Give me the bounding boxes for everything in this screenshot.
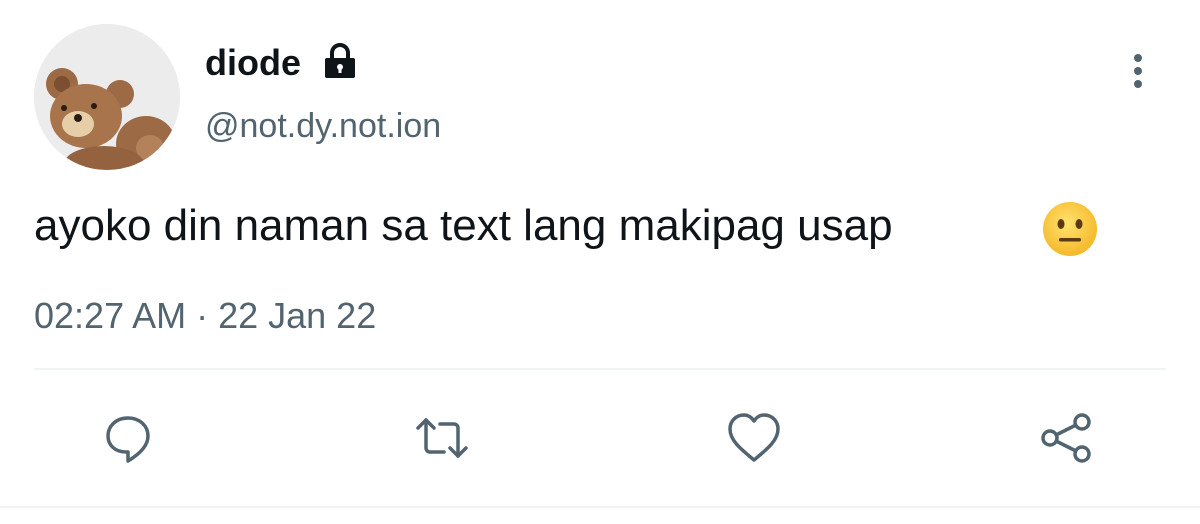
tweet-text: ayoko din naman sa text lang makipag usa…: [34, 201, 893, 250]
neutral-face-emoji-icon: [1042, 201, 1098, 257]
retweet-button[interactable]: [412, 408, 472, 468]
retweet-icon: [416, 418, 468, 458]
heart-icon: [728, 413, 780, 462]
reply-button[interactable]: [98, 408, 158, 468]
handle[interactable]: @not.dy.not.ion: [205, 105, 441, 147]
avatar[interactable]: [34, 24, 180, 170]
display-name[interactable]: diode: [205, 41, 301, 85]
share-icon: [1041, 413, 1091, 463]
share-button[interactable]: [1036, 408, 1096, 468]
teddy-bear-image: [34, 24, 180, 170]
more-options-icon[interactable]: [1122, 50, 1154, 92]
like-button[interactable]: [724, 408, 784, 468]
tweet-timestamp[interactable]: 02:27 AM · 22 Jan 22: [34, 294, 376, 338]
divider: [34, 368, 1166, 370]
lock-icon: [319, 40, 361, 82]
bottom-divider: [0, 506, 1200, 508]
speech-bubble-icon: [106, 416, 150, 463]
